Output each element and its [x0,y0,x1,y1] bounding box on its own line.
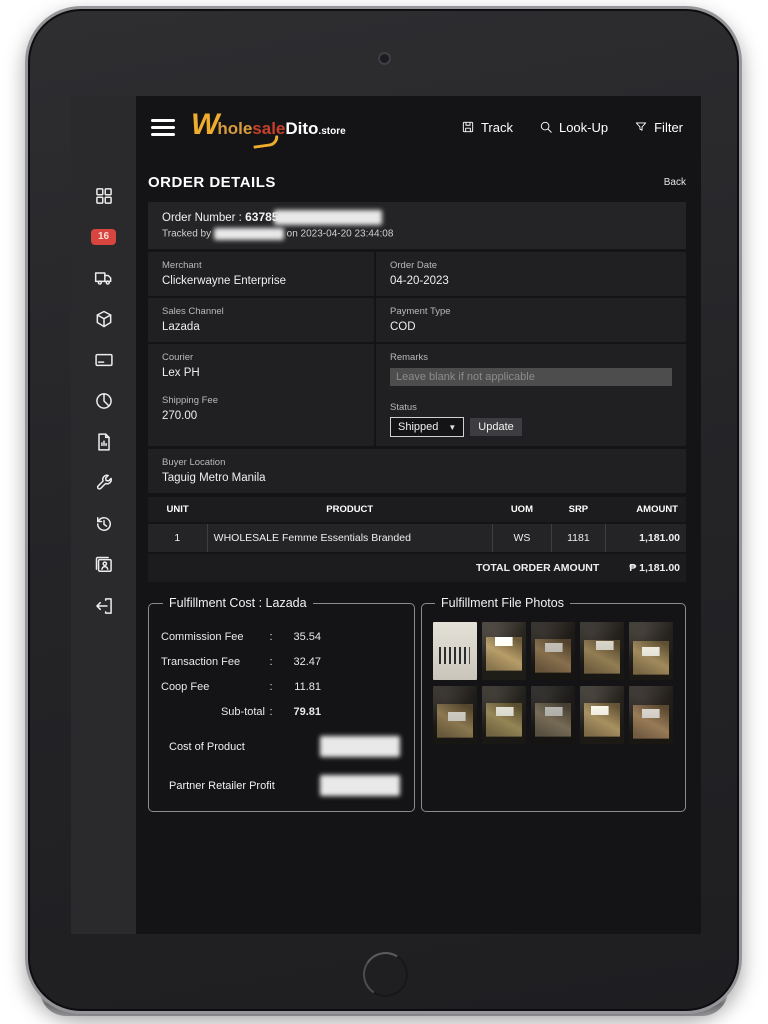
wrench-icon [94,473,114,493]
field-sales-channel: Sales Channel Lazada [148,298,374,342]
fulfillment-photo-thumbnail[interactable] [482,622,526,680]
sidebar-item-documents[interactable] [91,432,117,452]
table-total-row: TOTAL ORDER AMOUNT ₱ 1,181.00 [148,553,686,582]
table-header-row: UNIT PRODUCT UOM SRP AMOUNT [148,497,686,523]
order-number: Order Number : 63785 [162,210,672,225]
fulfillment-cost-legend: Fulfillment Cost : Lazada [163,596,313,610]
app-screen: 16 [71,96,701,934]
remarks-input[interactable] [390,368,672,386]
pie-chart-icon [94,391,114,411]
field-remarks-status: Remarks Status Shipped ▼ [376,344,686,446]
nav-track[interactable]: Track [461,120,513,135]
logout-icon [94,596,114,616]
sidebar-item-tools[interactable] [91,473,117,493]
fulfillment-photo-thumbnail[interactable] [629,622,673,680]
credit-card-icon [94,350,114,370]
fulfillment-photo-thumbnail[interactable] [580,686,624,744]
filter-icon [634,120,648,134]
file-chart-icon [94,432,114,452]
tracked-by: Tracked by on 2023-04-20 23:44:08 [162,228,672,240]
update-button[interactable]: Update [470,418,521,436]
fulfillment-photo-thumbnail[interactable] [433,686,477,744]
id-card-icon [94,555,114,575]
back-button[interactable]: Back [664,177,686,188]
package-icon [94,309,114,329]
field-payment-type: Payment Type COD [376,298,686,342]
save-icon [461,120,475,134]
fulfillment-photo-thumbnail[interactable] [629,686,673,744]
redacted-cost-of-product [320,736,400,757]
notification-badge: 16 [91,229,116,245]
order-detail-grid: Merchant Clickerwayne Enterprise Order D… [148,252,686,446]
sidebar-item-deliveries[interactable] [91,268,117,288]
brand-logo[interactable]: WholesaleDito.store [191,115,346,139]
fulfillment-photo-thumbnail[interactable] [482,686,526,744]
logo-w: W [191,115,217,135]
order-number-panel: Order Number : 63785 Tracked by on 2023-… [148,202,686,249]
sidebar-item-dashboard[interactable] [91,186,117,206]
sidebar-item-logout[interactable] [91,596,117,616]
order-items-table: UNIT PRODUCT UOM SRP AMOUNT 1 WHOLESALE … [148,497,686,582]
sidebar: 16 [71,96,136,934]
partner-retailer-profit-line: Partner Retailer Profit [161,775,402,796]
field-buyer-location: Buyer Location Taguig Metro Manila [148,449,686,493]
nav-lookup[interactable]: Look-Up [539,120,608,135]
grid-icon [94,186,114,206]
page-content: ORDER DETAILS Back Order Number : 63785 … [136,158,701,934]
fulfillment-photo-thumbnail[interactable] [531,686,575,744]
sidebar-item-notifications[interactable]: 16 [91,227,117,247]
total-label: TOTAL ORDER AMOUNT [148,553,605,582]
sidebar-item-products[interactable] [91,309,117,329]
fulfillment-cost-box: Fulfillment Cost : Lazada Commission Fee… [148,596,415,812]
fee-line: Transaction Fee:32.47 [161,656,402,668]
top-nav: Track Look-Up Filter [461,120,683,135]
fee-line: Commission Fee:35.54 [161,631,402,643]
tablet-frame: 16 [25,6,742,1014]
status-select[interactable]: Shipped ▼ [390,417,464,437]
sidebar-item-reports[interactable] [91,391,117,411]
top-bar: WholesaleDito.store Track Look-Up [136,96,701,158]
total-value: ₱ 1,181.00 [605,553,686,582]
field-order-date: Order Date 04-20-2023 [376,252,686,296]
page-title: ORDER DETAILS [148,174,276,191]
photo-grid [433,622,674,744]
sidebar-item-contacts[interactable] [91,555,117,575]
subtotal-line: Sub-total:79.81 [161,706,402,718]
fulfillment-photos-box: Fulfillment File Photos [421,596,686,812]
fulfillment-photos-legend: Fulfillment File Photos [435,596,570,610]
fulfillment-photo-thumbnail[interactable] [531,622,575,680]
history-icon [94,514,114,534]
field-merchant: Merchant Clickerwayne Enterprise [148,252,374,296]
table-row: 1 WHOLESALE Femme Essentials Branded WS … [148,523,686,553]
truck-icon [94,268,114,288]
page: 16 [0,0,768,1024]
redacted-tracker-name [214,228,284,240]
nav-filter[interactable]: Filter [634,120,683,135]
front-camera [378,52,391,65]
redacted-partner-profit [320,775,400,796]
hamburger-menu-icon[interactable] [151,115,175,140]
logo-arrow [252,135,279,149]
fulfillment-photo-thumbnail[interactable] [433,622,477,680]
sidebar-item-history[interactable] [91,514,117,534]
sidebar-item-payments[interactable] [91,350,117,370]
main-area: WholesaleDito.store Track Look-Up [136,96,701,934]
redacted-order-number [274,210,382,225]
home-button[interactable] [359,948,412,1001]
chevron-down-icon: ▼ [448,423,456,432]
cost-of-product-line: Cost of Product [161,736,402,757]
fee-line: Coop Fee:11.81 [161,681,402,693]
field-courier-shipping: Courier Lex PH Shipping Fee 270.00 [148,344,374,446]
search-icon [539,120,553,134]
fulfillment-photo-thumbnail[interactable] [580,622,624,680]
